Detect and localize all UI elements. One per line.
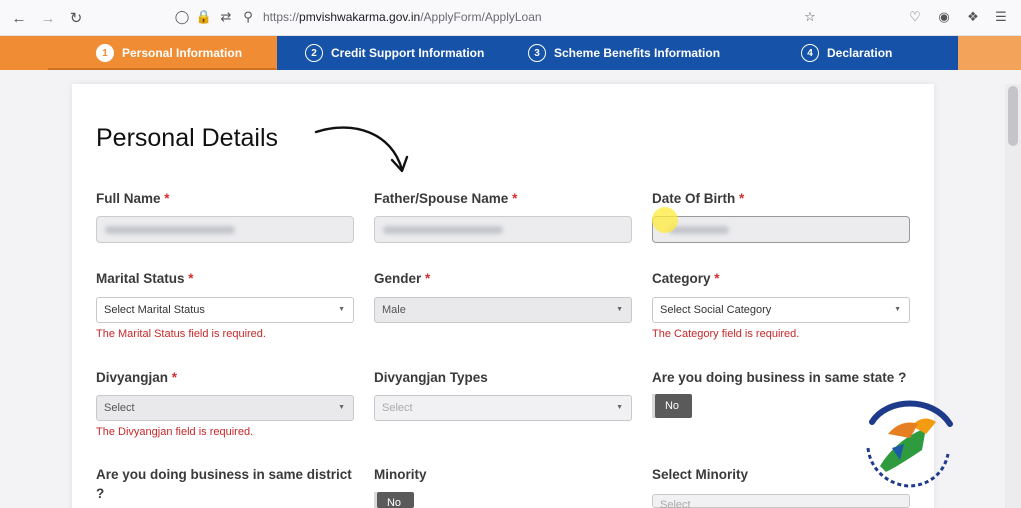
chevron-down-icon: ▼: [616, 306, 623, 313]
chevron-down-icon: ▼: [338, 306, 345, 313]
permissions-icon[interactable]: ⇄: [218, 9, 234, 25]
page-scrollbar[interactable]: [1005, 84, 1021, 508]
full-name-input[interactable]: [96, 216, 354, 243]
step-number: 1: [96, 44, 114, 62]
step-credit-support[interactable]: 2 Credit Support Information: [305, 36, 484, 70]
marital-status-label: Marital Status *: [96, 271, 194, 286]
shield-icon[interactable]: ◯: [174, 9, 190, 25]
gender-select[interactable]: Male ▼: [374, 297, 632, 323]
date-of-birth-label: Date Of Birth *: [652, 191, 745, 206]
marital-status-select[interactable]: Select Marital Status ▼: [96, 297, 354, 323]
divyangjan-types-label: Divyangjan Types: [374, 370, 488, 385]
category-error: The Category field is required.: [652, 328, 800, 340]
step-declaration[interactable]: 4 Declaration: [801, 36, 892, 70]
marital-status-error: The Marital Status field is required.: [96, 328, 266, 340]
divyangjan-error: The Divyangjan field is required.: [96, 426, 254, 438]
step-number: 4: [801, 44, 819, 62]
category-label: Category *: [652, 271, 720, 286]
menu-icon[interactable]: ☰: [993, 9, 1009, 25]
step-scheme-benefits[interactable]: 3 Scheme Benefits Information: [528, 36, 720, 70]
select-minority-label: Select Minority: [652, 467, 749, 482]
father-spouse-name-input[interactable]: [374, 216, 632, 243]
cursor-highlight: [652, 207, 678, 233]
back-icon[interactable]: ←: [9, 8, 29, 28]
same-state-toggle[interactable]: No: [652, 394, 692, 418]
forward-icon[interactable]: →: [38, 8, 58, 28]
account-icon[interactable]: ◉: [936, 9, 952, 25]
step-label: Personal Information: [122, 46, 243, 60]
annotation-arrow-icon: [314, 126, 409, 173]
chevron-down-icon: ▼: [894, 306, 901, 313]
same-district-label-question: ?: [96, 486, 105, 501]
date-of-birth-input[interactable]: [652, 216, 910, 243]
scrollbar-thumb[interactable]: [1008, 86, 1018, 146]
pm-vishwakarma-logo-icon: [866, 400, 953, 488]
step-number: 2: [305, 44, 323, 62]
bookmark-star-icon[interactable]: ☆: [802, 9, 818, 25]
step-label: Declaration: [827, 46, 893, 60]
reload-icon[interactable]: ↻: [66, 8, 86, 28]
url-bar[interactable]: https://pmvishwakarma.gov.in/ApplyForm/A…: [263, 10, 542, 24]
divyangjan-label: Divyangjan *: [96, 370, 178, 385]
father-spouse-name-label: Father/Spouse Name *: [374, 191, 518, 206]
same-district-label: Are you doing business in same district: [96, 467, 352, 482]
step-number: 3: [528, 44, 546, 62]
chevron-down-icon: ▼: [616, 404, 623, 411]
same-state-label: Are you doing business in same state ?: [652, 370, 907, 385]
pocket-icon[interactable]: ♡: [907, 9, 923, 25]
divyangjan-types-select[interactable]: Select ▼: [374, 395, 632, 421]
page-title: Personal Details: [96, 124, 279, 152]
key-icon[interactable]: ⚲: [240, 9, 256, 25]
step-label: Credit Support Information: [331, 46, 485, 60]
divyangjan-select[interactable]: Select ▼: [96, 395, 354, 421]
extensions-icon[interactable]: ❖: [965, 9, 981, 25]
step-label: Scheme Benefits Information: [554, 46, 721, 60]
minority-label: Minority: [374, 467, 427, 482]
minority-toggle[interactable]: No: [374, 492, 414, 508]
lock-icon[interactable]: 🔒: [196, 9, 212, 25]
step-personal-information[interactable]: 1 Personal Information: [96, 36, 242, 70]
category-select[interactable]: Select Social Category ▼: [652, 297, 910, 323]
full-name-label: Full Name *: [96, 191, 170, 206]
gender-label: Gender *: [374, 271, 431, 286]
chevron-down-icon: ▼: [338, 404, 345, 411]
